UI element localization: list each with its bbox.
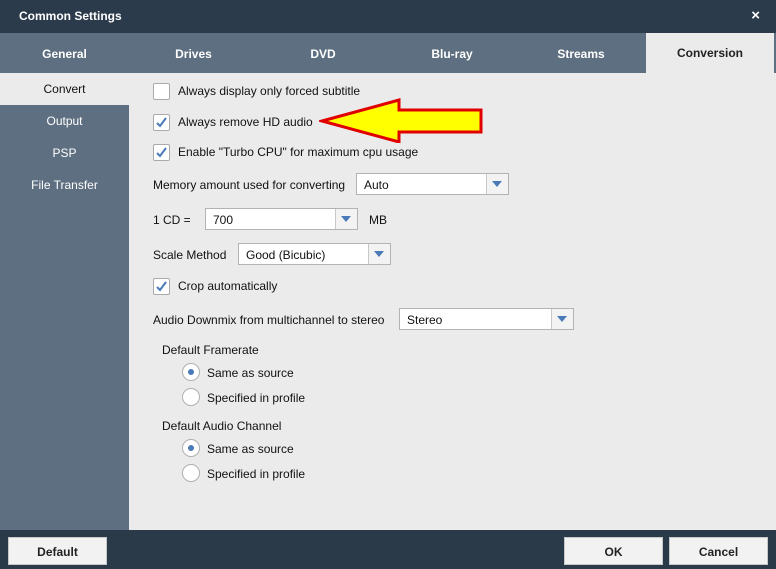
framerate-profile-radio[interactable] [182, 388, 200, 406]
framerate-heading: Default Framerate [162, 343, 259, 357]
scale-method-value: Good (Bicubic) [246, 248, 326, 262]
sidebar-item-output[interactable]: Output [0, 105, 129, 137]
framerate-profile-label: Specified in profile [207, 391, 306, 405]
default-button[interactable]: Default [8, 537, 107, 565]
tab-bar: General Drives DVD Blu-ray Streams Conve… [0, 33, 776, 73]
cd-size-value: 700 [213, 213, 234, 227]
tab-general[interactable]: General [0, 33, 129, 73]
tab-drives[interactable]: Drives [129, 33, 258, 73]
dropdown-arrow-icon [368, 244, 390, 264]
close-icon[interactable]: × [751, 7, 760, 24]
sidebar-item-convert[interactable]: Convert [0, 73, 129, 105]
cd-size-select[interactable]: 700 [205, 208, 358, 230]
downmix-select[interactable]: Stereo [399, 308, 574, 330]
audio-channel-profile-label: Specified in profile [207, 467, 306, 481]
remove-hd-audio-label: Always remove HD audio [178, 115, 313, 129]
crop-checkbox[interactable] [153, 278, 170, 295]
dropdown-arrow-icon [486, 174, 508, 194]
downmix-value: Stereo [407, 313, 443, 327]
highlight-arrow-icon [319, 98, 483, 143]
crop-label: Crop automatically [178, 279, 278, 293]
audio-channel-same-label: Same as source [207, 442, 294, 456]
scale-method-select[interactable]: Good (Bicubic) [238, 243, 391, 265]
turbo-cpu-label: Enable "Turbo CPU" for maximum cpu usage [178, 145, 419, 159]
sidebar-item-file-transfer[interactable]: File Transfer [0, 169, 129, 201]
checkmark-icon [156, 147, 167, 158]
ok-button[interactable]: OK [564, 537, 663, 565]
turbo-cpu-checkbox[interactable] [153, 144, 170, 161]
audio-channel-profile-radio[interactable] [182, 464, 200, 482]
remove-hd-audio-checkbox[interactable] [153, 114, 170, 131]
memory-value: Auto [364, 178, 389, 192]
dropdown-arrow-icon [551, 309, 573, 329]
dropdown-arrow-icon [335, 209, 357, 229]
sidebar-item-psp[interactable]: PSP [0, 137, 129, 169]
tab-dvd[interactable]: DVD [258, 33, 388, 73]
tab-streams[interactable]: Streams [516, 33, 646, 73]
checkmark-icon [156, 281, 167, 292]
footer: Default OK Cancel [0, 530, 776, 569]
tab-bluray[interactable]: Blu-ray [388, 33, 516, 73]
cd-size-label: 1 CD = [153, 213, 191, 227]
framerate-same-radio[interactable] [182, 363, 200, 381]
cd-size-unit: MB [369, 213, 387, 227]
conversion-panel: Always display only forced subtitle Alwa… [129, 73, 776, 530]
checkmark-icon [156, 117, 167, 128]
forced-subtitle-checkbox[interactable] [153, 83, 170, 100]
tab-conversion[interactable]: Conversion [646, 33, 774, 73]
forced-subtitle-label: Always display only forced subtitle [178, 84, 361, 98]
audio-channel-heading: Default Audio Channel [162, 419, 282, 433]
downmix-label: Audio Downmix from multichannel to stere… [153, 313, 385, 327]
sidebar: Convert Output PSP File Transfer [0, 73, 129, 530]
window-title: Common Settings [19, 9, 122, 23]
scale-method-label: Scale Method [153, 248, 227, 262]
memory-label: Memory amount used for converting [153, 178, 346, 192]
audio-channel-same-radio[interactable] [182, 439, 200, 457]
title-bar: Common Settings × [0, 0, 776, 33]
framerate-same-label: Same as source [207, 366, 294, 380]
memory-select[interactable]: Auto [356, 173, 509, 195]
cancel-button[interactable]: Cancel [669, 537, 768, 565]
